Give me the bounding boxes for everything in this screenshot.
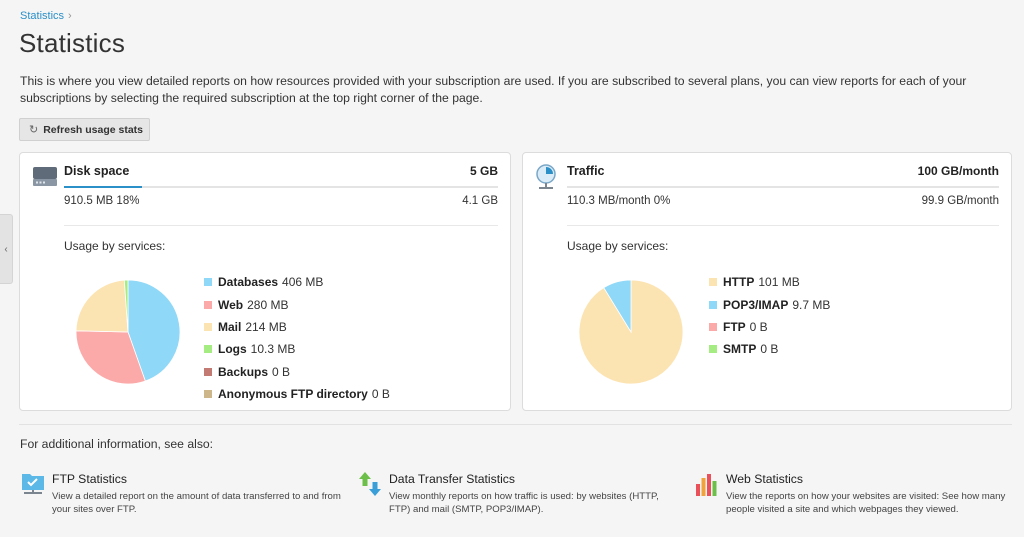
breadcrumb-separator: › [68,10,72,22]
disk-usage-bar-fill [64,186,143,188]
legend-swatch [709,278,717,287]
traffic-usage-pie-chart [579,280,683,384]
disk-free-value: 4.1 GB [462,195,498,207]
legend-item: Mail 214 MB [204,316,390,338]
legend-service-name: HTTP [723,275,755,290]
page-intro: This is where you view detailed reports … [20,74,967,105]
legend-service-value: 9.7 MB [792,297,831,312]
legend-service-value: 10.3 MB [250,342,296,357]
legend-item: FTP 0 B [709,316,830,338]
traffic-usage-bar [567,186,999,188]
refresh-usage-stats-button[interactable]: ↻ Refresh usage stats [19,118,150,141]
breadcrumb: Statistics › [20,10,72,22]
legend-swatch [204,345,212,354]
legend-swatch [709,345,717,354]
traffic-title: Traffic [567,164,605,178]
legend-item: SMTP 0 B [709,338,830,360]
legend-service-name: POP3/IMAP [723,297,789,312]
legend-service-name: Web [218,297,244,312]
web-statistics-link[interactable]: Web Statistics [726,472,803,486]
disk-space-title: Disk space [64,164,130,178]
legend-service-value: 406 MB [282,275,324,290]
legend-service-name: Mail [218,319,242,334]
legend-service-value: 214 MB [245,319,287,334]
see-also-heading: For additional information, see also: [20,437,214,451]
web-statistics-description: View the reports on how your websites ar… [726,491,1006,515]
legend-swatch [204,322,212,331]
legend-service-name: Logs [218,342,247,357]
legend-item: Databases 406 MB [204,271,390,293]
ftp-statistics-description: View a detailed report on the amount of … [52,491,341,515]
disk-space-card: Disk space 5 GB 910.5 MB 18% 4.1 GB Usag… [19,152,511,411]
page-title: Statistics [19,28,126,58]
legend-item: Logs 10.3 MB [204,338,390,360]
disk-usage-by-services-label: Usage by services: [64,239,166,253]
legend-service-value: 0 B [760,342,779,357]
data-transfer-statistics-link[interactable]: Data Transfer Statistics [389,472,515,486]
hard-drive-icon [33,167,57,186]
legend-item: HTTP 101 MB [709,271,830,293]
legend-service-value: 0 B [272,364,291,379]
legend-service-value: 0 B [749,319,768,334]
legend-service-name: Anonymous FTP directory [218,387,368,402]
legend-swatch [709,322,717,331]
traffic-usage-legend: HTTP 101 MB POP3/IMAP 9.7 MB FTP 0 B SMTP 0 B [709,271,830,361]
disk-usage-bar [64,186,498,188]
divider [64,225,498,226]
traffic-free-value: 99.9 GB/month [921,195,999,207]
traffic-total: 100 GB/month [917,164,999,178]
legend-swatch [204,367,212,376]
legend-service-name: Databases [218,275,279,290]
side-panel-toggle[interactable]: ‹ [0,214,13,284]
legend-swatch [204,300,212,309]
web-stats-icon [696,474,717,496]
legend-service-value: 280 MB [247,297,289,312]
legend-item: POP3/IMAP 9.7 MB [709,293,830,315]
ftp-folder-icon [22,474,44,494]
refresh-icon: ↻ [29,124,39,136]
legend-service-name: FTP [723,319,746,334]
disk-usage-pie-chart [76,280,180,384]
legend-service-value: 101 MB [758,275,800,290]
traffic-clock-icon [536,164,556,189]
traffic-used-value: 110.3 MB/month 0% [567,195,671,207]
data-transfer-statistics-description: View monthly reports on how traffic is u… [389,491,659,515]
pie-slice-mail [76,280,129,333]
legend-item: Anonymous FTP directory 0 B [204,383,390,405]
legend-item: Backups 0 B [204,361,390,383]
divider [567,225,999,226]
legend-service-name: Backups [218,364,269,379]
breadcrumb-link-statistics[interactable]: Statistics [20,10,64,22]
legend-service-value: 0 B [371,387,390,402]
legend-service-name: SMTP [723,342,757,357]
section-divider [19,424,1012,425]
legend-swatch [709,300,717,309]
ftp-statistics-link[interactable]: FTP Statistics [52,472,127,486]
disk-used-value: 910.5 MB 18% [64,195,140,207]
legend-item: Web 280 MB [204,293,390,315]
traffic-usage-by-services-label: Usage by services: [567,239,669,253]
disk-usage-legend: Databases 406 MB Web 280 MB Mail 214 MB Logs 10… [204,271,390,405]
legend-swatch [204,390,212,399]
traffic-card: Traffic 100 GB/month 110.3 MB/month 0% 9… [522,152,1012,411]
chevron-left-icon: ‹ [4,243,8,255]
data-transfer-icon [359,472,381,496]
disk-space-total: 5 GB [469,164,498,178]
legend-swatch [204,278,212,287]
refresh-button-label: Refresh usage stats [43,123,144,136]
